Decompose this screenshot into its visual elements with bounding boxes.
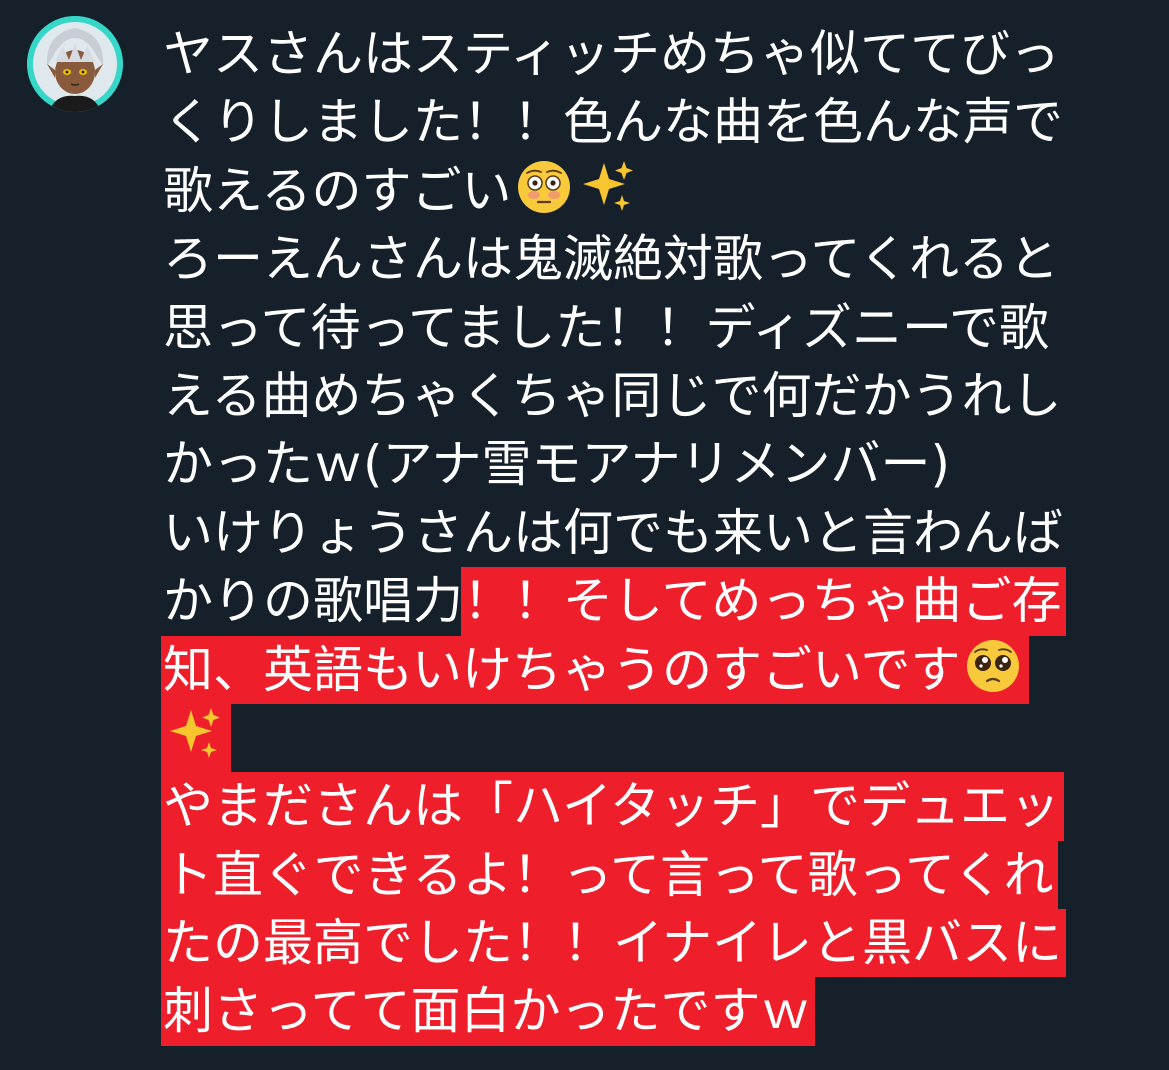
line-text: かったｗ(アナ雪モアナリメンバー) — [163, 435, 951, 494]
text-line — [161, 703, 1143, 773]
text-line: 知、英語もいけちゃうのすごいです — [161, 635, 1143, 704]
sparkles-icon — [170, 707, 220, 758]
avatar[interactable] — [27, 16, 123, 112]
highlighted-line-text: たの最高でした！！イナイレと黒バスに — [163, 914, 1062, 973]
sparkles-icon — [582, 160, 633, 211]
line-text: かりの歌唱力 — [163, 572, 463, 631]
line-text: いけりょうさんは何でも来いと言わんば — [163, 503, 1063, 562]
avatar-image — [27, 16, 123, 112]
highlighted-line-text: ト直ぐできるよ！って言って歌ってくれ — [163, 845, 1054, 904]
text-line: くりしました！！色んな曲を色んな声で — [163, 88, 1143, 156]
highlighted-line-text: ！！そしてめっちゃ曲ご存 — [463, 572, 1062, 631]
highlighted-text: 刺さってて面白かったですｗ — [161, 977, 815, 1046]
line-text: ヤスさんはスティッチめちゃ似ててびっ — [163, 25, 1060, 83]
highlighted-line-text: 知、英語もいけちゃうのすごいです — [163, 640, 961, 699]
text-line: やまださんは「ハイタッチ」でデュエッ — [161, 772, 1143, 841]
pleading-face-icon — [966, 639, 1019, 692]
highlighted-text: 知、英語もいけちゃうのすごいです — [161, 635, 1029, 704]
line-text: える曲めちゃくちゃ同じで何だかうれし — [163, 366, 1062, 425]
highlighted-line-text: やまださんは「ハイタッチ」でデュエッ — [163, 777, 1060, 836]
post-text: ヤスさんはスティッチめちゃ似ててびっ くりしました！！色んな曲を色んな声で 歌えるの… — [161, 20, 1143, 1046]
text-line: いけりょうさんは何でも来いと言わんば — [163, 499, 1143, 567]
text-line: 思って待ってました！！ディズニーで歌 — [163, 294, 1143, 362]
highlighted-text: ！！そしてめっちゃ曲ご存 — [461, 567, 1066, 636]
text-line: ヤスさんはスティッチめちゃ似ててびっ — [163, 20, 1143, 88]
highlighted-text: ト直ぐできるよ！って言って歌ってくれ — [161, 840, 1058, 910]
line-text: 歌えるのすごい — [163, 161, 512, 220]
flushed-face-icon — [517, 160, 570, 213]
text-line: たの最高でした！！イナイレと黒バスに — [161, 909, 1143, 978]
text-line: ろーえんさんは鬼滅絶対歌ってくれると — [163, 225, 1143, 293]
line-text: ろーえんさんは鬼滅絶対歌ってくれると — [163, 230, 1059, 289]
text-line: 刺さってて面白かったですｗ — [161, 977, 1143, 1046]
text-line: 歌えるのすごい — [163, 157, 1143, 225]
line-text: くりしました！！色んな曲を色んな声で — [163, 93, 1063, 152]
line-text: 思って待ってました！！ディズニーで歌 — [163, 298, 1049, 357]
highlighted-line-text: 刺さってて面白かったですｗ — [163, 982, 811, 1041]
text-line: かりの歌唱力！！そしてめっちゃ曲ご存 — [163, 567, 1143, 636]
text-line: かったｗ(アナ雪モアナリメンバー) — [163, 430, 1143, 498]
text-line: える曲めちゃくちゃ同じで何だかうれし — [163, 362, 1143, 430]
highlighted-text — [161, 703, 231, 773]
highlighted-text: やまださんは「ハイタッチ」でデュエッ — [161, 772, 1064, 841]
text-line: ト直ぐできるよ！って言って歌ってくれ — [161, 840, 1143, 910]
highlighted-text: たの最高でした！！イナイレと黒バスに — [161, 909, 1066, 978]
